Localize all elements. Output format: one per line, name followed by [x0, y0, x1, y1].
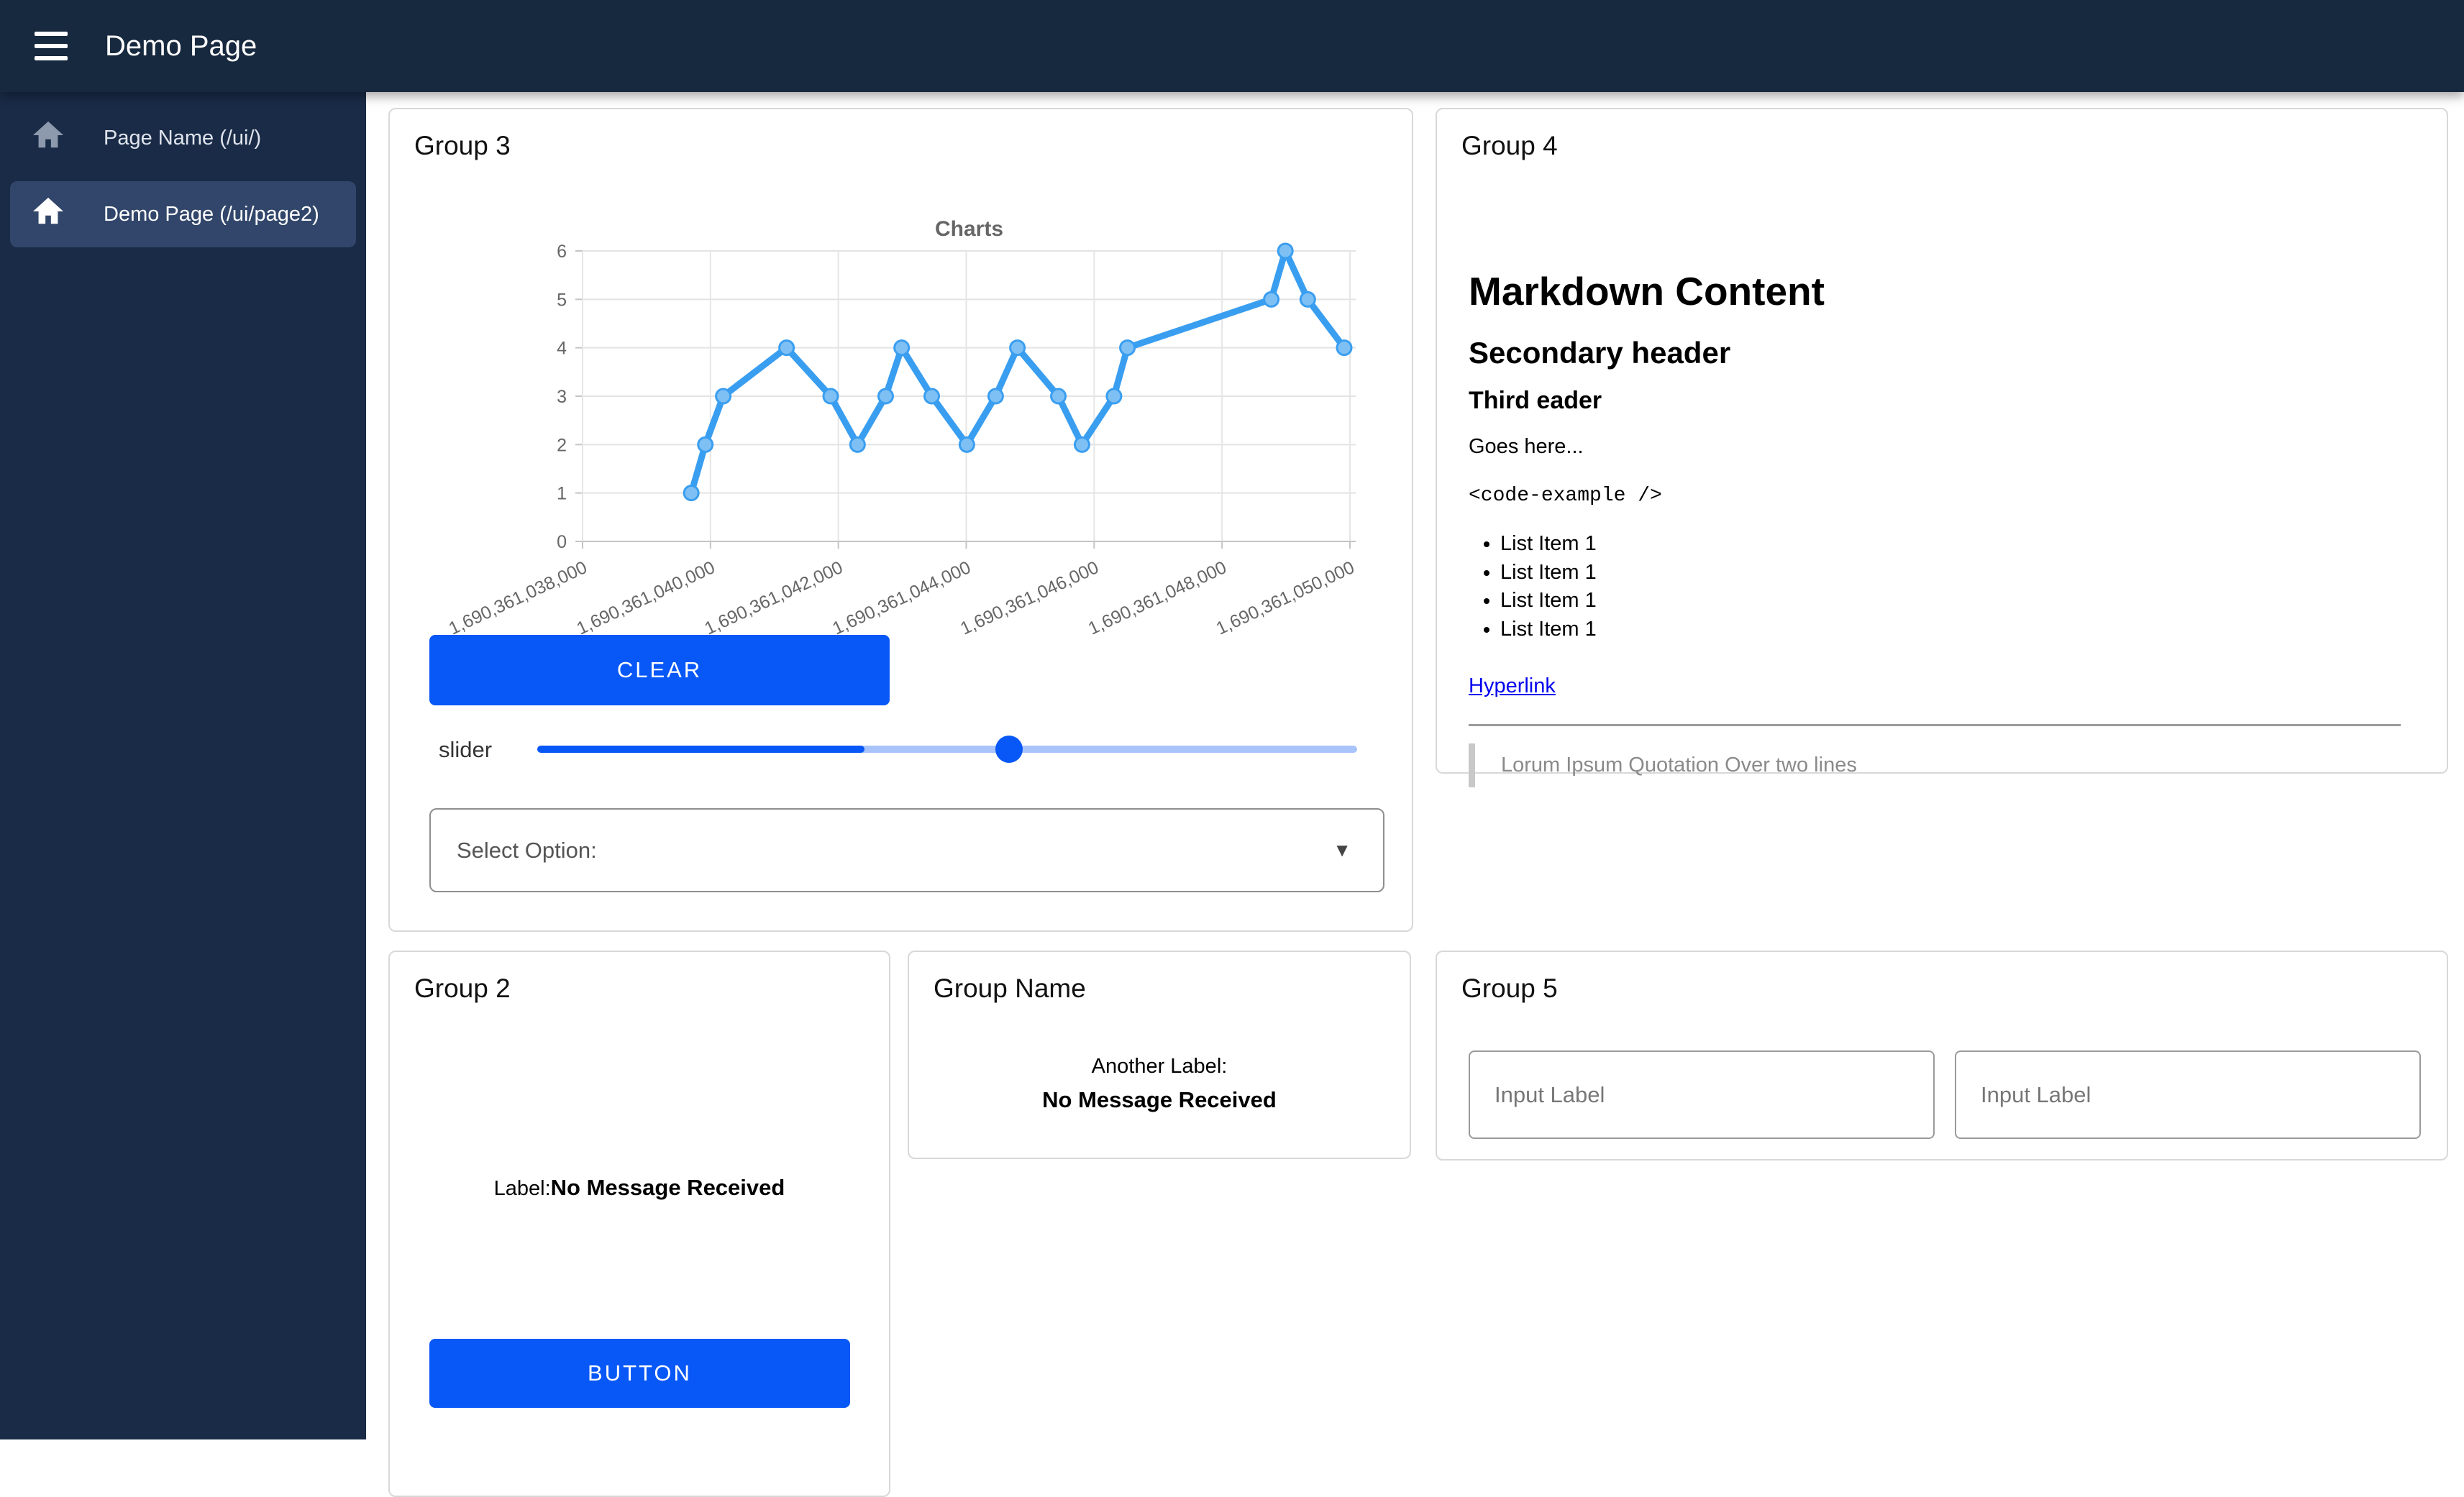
menu-icon[interactable]	[35, 32, 70, 60]
message-label-row: Label:No Message Received	[390, 1175, 889, 1201]
sidebar-item-page-name[interactable]: Page Name (/ui/)	[0, 105, 366, 171]
svg-text:1,690,361,042,000: 1,690,361,042,000	[701, 557, 846, 639]
group4-card: Group 4 Markdown Content Secondary heade…	[1436, 108, 2448, 774]
group-name-card: Group Name Another Label: No Message Rec…	[908, 951, 1411, 1159]
svg-text:1: 1	[557, 484, 567, 504]
group3-card: Group 3 01234561,690,361,038,0001,690,36…	[388, 108, 1413, 932]
clear-button[interactable]: CLEAR	[429, 635, 890, 705]
slider-fill	[537, 746, 864, 753]
select-option-dropdown[interactable]: Select Option: ▼	[429, 808, 1384, 892]
list-item: List Item 1	[1500, 618, 2401, 641]
svg-text:3: 3	[557, 387, 567, 407]
svg-text:2: 2	[557, 435, 567, 455]
svg-text:5: 5	[557, 290, 567, 310]
svg-text:1,690,361,048,000: 1,690,361,048,000	[1085, 557, 1230, 639]
markdown-h3: Third eader	[1469, 387, 2401, 415]
select-label: Select Option:	[457, 838, 597, 864]
input-field-1[interactable]	[1469, 1050, 1935, 1139]
another-label-value: No Message Received	[909, 1087, 1410, 1113]
input-field-2[interactable]	[1955, 1050, 2421, 1139]
label-prefix: Label:	[494, 1177, 551, 1200]
list-item: List Item 1	[1500, 533, 2401, 556]
line-chart-container: 01234561,690,361,038,0001,690,361,040,00…	[403, 209, 1402, 626]
another-label: Another Label:	[909, 1055, 1410, 1079]
svg-text:1,690,361,038,000: 1,690,361,038,000	[446, 557, 590, 639]
svg-text:1,690,361,044,000: 1,690,361,044,000	[829, 557, 974, 639]
hyperlink[interactable]: Hyperlink	[1469, 674, 1556, 698]
markdown-h2: Secondary header	[1469, 336, 2401, 370]
svg-text:Charts: Charts	[935, 217, 1003, 241]
group2-card: Group 2 Label:No Message Received BUTTON	[388, 951, 890, 1497]
svg-text:1,690,361,050,000: 1,690,361,050,000	[1213, 557, 1358, 639]
page-title: Demo Page	[105, 30, 257, 63]
svg-text:6: 6	[557, 242, 567, 262]
markdown-h1: Markdown Content	[1469, 269, 2401, 314]
home-icon	[32, 195, 65, 234]
blockquote: Lorum Ipsum Quotation Over two lines	[1469, 743, 2401, 787]
home-icon	[32, 119, 65, 157]
line-chart: 01234561,690,361,038,0001,690,361,040,00…	[403, 209, 1402, 626]
list-item: List Item 1	[1500, 590, 2401, 613]
svg-text:1,690,361,040,000: 1,690,361,040,000	[574, 557, 718, 639]
code-snippet: <code-example />	[1469, 485, 2401, 507]
svg-text:1,690,361,046,000: 1,690,361,046,000	[957, 557, 1102, 639]
sidebar: Page Name (/ui/) Demo Page (/ui/page2)	[0, 92, 366, 1439]
group4-title: Group 4	[1461, 131, 2447, 161]
group5-card: Group 5	[1436, 951, 2448, 1160]
list-item: List Item 1	[1500, 562, 2401, 585]
group5-title: Group 5	[1461, 974, 2447, 1004]
sidebar-item-label: Page Name (/ui/)	[104, 127, 261, 150]
slider-thumb[interactable]	[995, 736, 1023, 763]
sidebar-item-demo-page[interactable]: Demo Page (/ui/page2)	[10, 181, 356, 247]
divider	[1469, 724, 2401, 726]
svg-text:0: 0	[557, 532, 567, 552]
markdown-content: Markdown Content Secondary header Third …	[1469, 269, 2401, 787]
group2-title: Group 2	[414, 974, 889, 1004]
svg-text:4: 4	[557, 339, 567, 359]
group2-button[interactable]: BUTTON	[429, 1339, 850, 1408]
chevron-down-icon: ▼	[1333, 839, 1351, 861]
markdown-paragraph: Goes here...	[1469, 435, 2401, 459]
sidebar-item-label: Demo Page (/ui/page2)	[104, 203, 319, 226]
slider[interactable]	[537, 746, 1357, 753]
group-name-title: Group Name	[934, 974, 1410, 1004]
markdown-list: List Item 1 List Item 1 List Item 1 List…	[1469, 533, 2401, 642]
app-header: Demo Page	[0, 0, 2464, 92]
label-value: No Message Received	[551, 1175, 785, 1200]
group3-title: Group 3	[414, 131, 1412, 161]
slider-label: slider	[439, 737, 492, 763]
